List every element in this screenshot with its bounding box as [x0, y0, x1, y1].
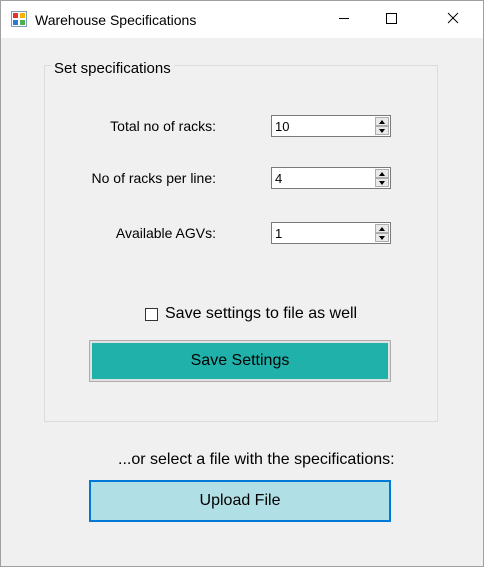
- arrow-down-icon: [379, 235, 385, 240]
- arrow-up-icon: [379, 226, 385, 231]
- close-button[interactable]: [430, 1, 476, 38]
- available-agvs-input[interactable]: 1: [271, 222, 391, 244]
- total-racks-input[interactable]: 10: [271, 115, 391, 137]
- spin-down-button[interactable]: [375, 178, 389, 187]
- upload-file-button[interactable]: Upload File: [89, 480, 391, 522]
- title-bar[interactable]: Warehouse Specifications: [1, 1, 483, 38]
- racks-per-line-label: No of racks per line:: [91, 170, 217, 186]
- arrow-up-icon: [379, 119, 385, 124]
- save-to-file-label[interactable]: Save settings to file as well: [165, 305, 357, 323]
- total-racks-value: 10: [275, 119, 290, 134]
- minimize-icon: [338, 11, 350, 29]
- close-icon: [447, 11, 459, 29]
- spin-buttons: [375, 117, 389, 135]
- spin-up-button[interactable]: [375, 224, 389, 233]
- total-racks-label: Total no of racks:: [110, 118, 216, 134]
- window-title: Warehouse Specifications: [35, 12, 197, 28]
- spin-up-button[interactable]: [375, 117, 389, 126]
- save-to-file-checkbox[interactable]: [145, 308, 158, 321]
- arrow-down-icon: [379, 128, 385, 133]
- maximize-button[interactable]: [368, 1, 414, 38]
- spin-up-button[interactable]: [375, 169, 389, 178]
- arrow-up-icon: [379, 171, 385, 176]
- minimize-button[interactable]: [321, 1, 367, 38]
- save-settings-label: Save Settings: [92, 343, 388, 379]
- spin-down-button[interactable]: [375, 126, 389, 135]
- spin-buttons: [375, 169, 389, 187]
- save-settings-button[interactable]: Save Settings: [89, 340, 391, 382]
- racks-per-line-value: 4: [275, 171, 283, 186]
- maximize-icon: [385, 11, 397, 29]
- groupbox-title: Set specifications: [51, 60, 174, 77]
- winforms-app-icon: [11, 11, 27, 27]
- spin-buttons: [375, 224, 389, 242]
- arrow-down-icon: [379, 180, 385, 185]
- available-agvs-label: Available AGVs:: [115, 225, 216, 241]
- file-prompt-label: ...or select a file with the specificati…: [118, 451, 395, 468]
- available-agvs-value: 1: [275, 226, 283, 241]
- spin-down-button[interactable]: [375, 233, 389, 242]
- racks-per-line-input[interactable]: 4: [271, 167, 391, 189]
- warehouse-specifications-window: Warehouse Specifications Set specificati…: [0, 0, 484, 567]
